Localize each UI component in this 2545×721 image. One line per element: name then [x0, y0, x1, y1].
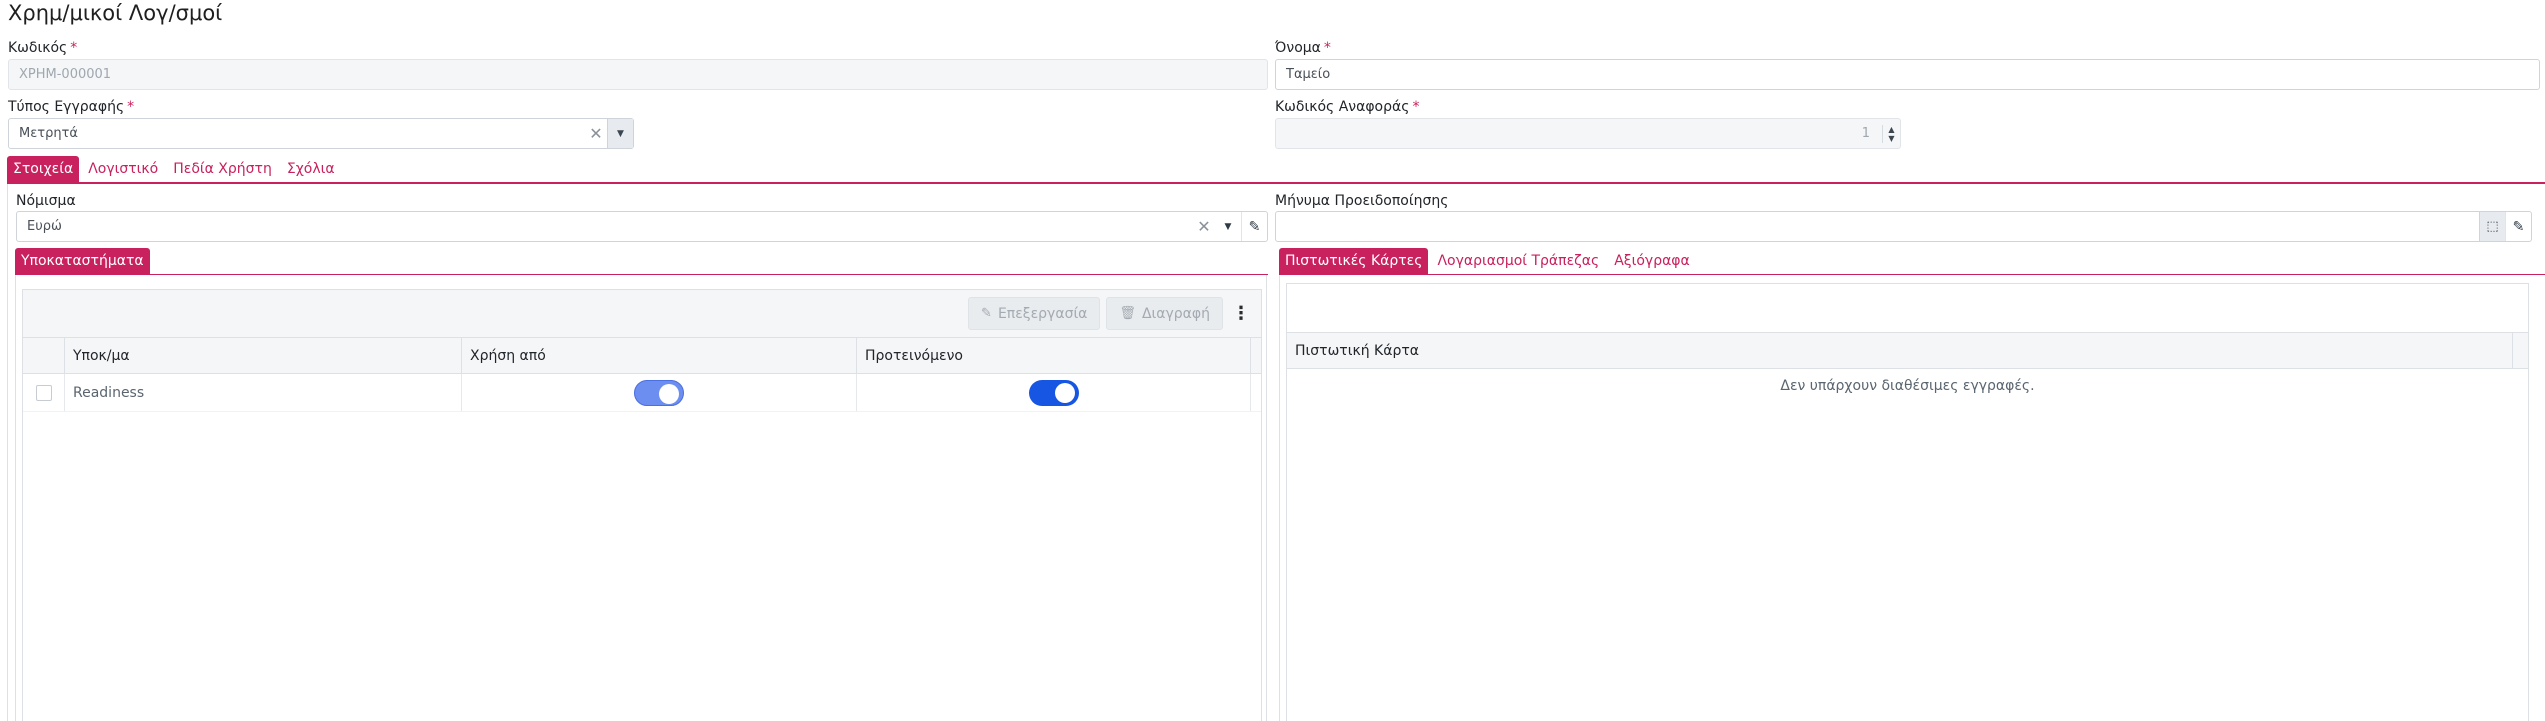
code-value: ΧΡΗΜ-000001	[19, 67, 112, 82]
delete-button-label: Διαγραφή	[1141, 305, 1210, 322]
reference-code-field[interactable]: 1 ▲ ▼	[1275, 118, 1901, 149]
row-filler	[1251, 374, 1261, 411]
branches-right-border	[1266, 275, 1267, 721]
edit-button[interactable]: ✎ Επεξεργασία	[968, 297, 1101, 330]
column-header-use-from[interactable]: Χρήση από	[462, 338, 857, 373]
column-header-suggested[interactable]: Προτεινόμενο	[857, 338, 1251, 373]
use-from-toggle[interactable]	[634, 379, 684, 406]
branches-underline	[15, 274, 1268, 275]
branches-grid-header: Υποκ/μα Χρήση από Προτεινόμενο	[23, 338, 1261, 374]
right-left-border	[1279, 275, 1280, 721]
tab-details[interactable]: Στοιχεία	[7, 156, 80, 182]
edit-button-label: Επεξεργασία	[997, 305, 1088, 322]
trash-icon: 🗑	[1119, 306, 1136, 321]
kebab-menu-icon[interactable]: ⋮	[1231, 297, 1251, 330]
toggle-knob	[659, 383, 679, 404]
branches-tabs: Υποκαταστήματα	[15, 248, 153, 274]
column-header-filler	[2513, 333, 2528, 368]
column-header-credit-card[interactable]: Πιστωτική Κάρτα	[1287, 333, 2513, 368]
branches-left-border	[15, 275, 16, 721]
reference-code-stepper[interactable]: ▲ ▼	[1882, 124, 1900, 143]
warning-message-field[interactable]: ⬚ ✎	[1275, 211, 2532, 242]
spin-down-icon[interactable]: ▼	[1883, 134, 1900, 143]
tab-securities[interactable]: Αξιόγραφα	[1608, 248, 1696, 274]
currency-select[interactable]: Ευρώ ✕ ▼ ✎	[16, 211, 1268, 242]
credit-cards-toolbar	[1287, 284, 2528, 333]
branches-grid: ✎ Επεξεργασία 🗑 Διαγραφή ⋮ Υποκ/μα Χρήση…	[22, 289, 1262, 721]
right-tabs-underline	[1279, 274, 2545, 275]
column-header-branch[interactable]: Υποκ/μα	[65, 338, 462, 373]
toggle-knob	[1054, 382, 1075, 403]
warning-message-value	[1276, 212, 2479, 241]
pencil-icon[interactable]: ✎	[2505, 212, 2531, 241]
suggested-cell	[857, 374, 1251, 411]
tab-bank-accounts[interactable]: Λογαριασμοί Τράπεζας	[1431, 248, 1605, 274]
clear-icon[interactable]: ✕	[1193, 212, 1215, 241]
name-field[interactable]: Ταμείο	[1275, 59, 2540, 90]
row-checkbox[interactable]	[35, 384, 52, 401]
code-label: Κωδικός *	[8, 40, 77, 56]
content-left-border	[7, 184, 8, 721]
chevron-down-icon[interactable]: ▼	[607, 119, 633, 148]
tab-credit-cards[interactable]: Πιστωτικές Κάρτες	[1279, 248, 1429, 274]
warning-message-label: Μήνυμα Προειδοποίησης	[1275, 193, 1449, 209]
reference-code-label: Κωδικός Αναφοράς *	[1275, 99, 1419, 115]
required-mark: *	[1412, 99, 1420, 115]
pencil-icon: ✎	[981, 306, 992, 321]
page-title: Χρημ/μικοί Λογ/σμοί	[8, 1, 223, 25]
pencil-icon[interactable]: ✎	[1241, 212, 1267, 241]
entry-type-value: Μετρητά	[19, 126, 78, 141]
use-from-cell	[462, 374, 857, 411]
required-mark: *	[1323, 40, 1331, 56]
expand-icon[interactable]: ⬚	[2479, 212, 2505, 241]
reference-code-value: 1	[1861, 126, 1870, 141]
name-label: Όνομα *	[1275, 40, 1331, 56]
credit-cards-grid: Πιστωτική Κάρτα Δεν υπάρχουν διαθέσιμες …	[1286, 283, 2529, 721]
table-row[interactable]: Readiness	[23, 374, 1261, 412]
select-column-header	[23, 338, 65, 373]
row-select-cell	[23, 374, 65, 411]
code-label-text: Κωδικός	[8, 40, 68, 56]
chevron-down-icon[interactable]: ▼	[1215, 212, 1241, 241]
column-header-filler	[1251, 338, 1261, 373]
name-label-text: Όνομα	[1275, 40, 1321, 56]
tab-branches[interactable]: Υποκαταστήματα	[15, 248, 150, 274]
tab-user-fields[interactable]: Πεδία Χρήστη	[167, 156, 278, 182]
main-tabs-underline	[7, 182, 2545, 184]
suggested-toggle[interactable]	[1028, 379, 1079, 406]
tab-comments[interactable]: Σχόλια	[281, 156, 341, 182]
name-value: Ταμείο	[1286, 67, 1331, 82]
entry-type-label: Τύπος Εγγραφής *	[8, 99, 134, 115]
entry-type-label-text: Τύπος Εγγραφής	[8, 99, 125, 115]
tab-accounting[interactable]: Λογιστικό	[82, 156, 164, 182]
code-field: ΧΡΗΜ-000001	[8, 59, 1268, 90]
required-mark: *	[127, 99, 135, 115]
branch-cell: Readiness	[65, 374, 462, 411]
entry-type-select[interactable]: Μετρητά ✕ ▼	[8, 118, 634, 149]
delete-button[interactable]: 🗑 Διαγραφή	[1106, 297, 1223, 330]
currency-label: Νόμισμα	[16, 193, 76, 209]
empty-message: Δεν υπάρχουν διαθέσιμες εγγραφές.	[1780, 378, 2035, 394]
branches-toolbar: ✎ Επεξεργασία 🗑 Διαγραφή ⋮	[23, 290, 1261, 338]
main-tabs: Στοιχεία Λογιστικό Πεδία Χρήστη Σχόλια	[7, 156, 344, 182]
right-tabs: Πιστωτικές Κάρτες Λογαριασμοί Τράπεζας Α…	[1279, 248, 1699, 274]
clear-icon[interactable]: ✕	[585, 119, 607, 148]
required-mark: *	[70, 40, 78, 56]
currency-value: Ευρώ	[27, 219, 62, 234]
reference-code-label-text: Κωδικός Αναφοράς	[1275, 99, 1410, 115]
credit-cards-grid-header: Πιστωτική Κάρτα	[1287, 333, 2528, 369]
spin-up-icon[interactable]: ▲	[1883, 125, 1900, 134]
